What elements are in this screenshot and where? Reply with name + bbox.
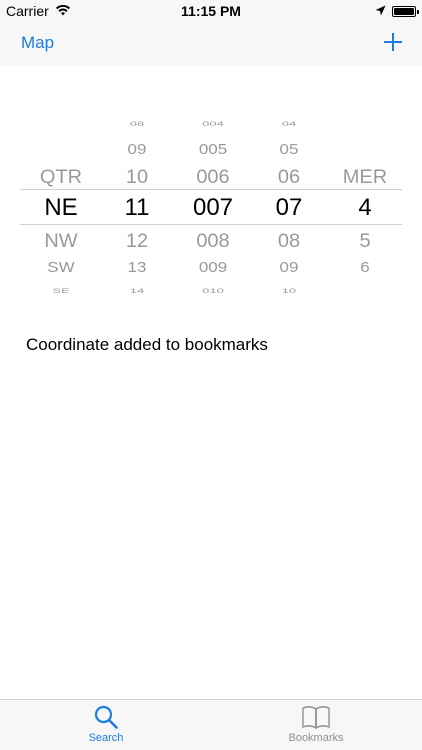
picker-easting-option[interactable]: 010 — [175, 287, 251, 294]
status-right — [375, 3, 419, 19]
picker-northing-option[interactable]: 08 — [251, 231, 327, 250]
picker-column-mer[interactable]: MER 4 5 6 — [327, 110, 403, 300]
tab-search-label: Search — [88, 732, 124, 744]
picker-hours-option[interactable]: 12 — [99, 231, 175, 250]
map-back-button[interactable]: Map — [21, 33, 54, 53]
picker-qtr-option[interactable]: SW — [23, 260, 99, 274]
picker-easting-option[interactable]: 006 — [175, 167, 251, 186]
picker-northing-option[interactable]: 06 — [251, 167, 327, 186]
picker-hours-option[interactable]: 10 — [99, 167, 175, 186]
status-time: 11:15 PM — [181, 3, 241, 19]
plus-icon[interactable] — [382, 31, 404, 53]
picker-qtr-selected: NE — [44, 194, 78, 221]
battery-fill — [394, 7, 414, 15]
picker-northing-selected: 07 — [275, 194, 303, 221]
picker-easting-option[interactable]: 008 — [175, 231, 251, 250]
picker-column-northing[interactable]: 04 05 06 07 08 09 10 — [251, 110, 327, 300]
picker-column-easting[interactable]: 004 005 006 007 008 009 010 — [175, 110, 251, 300]
tab-bookmarks-label: Bookmarks — [288, 732, 344, 744]
navigation-bar: Map — [0, 22, 422, 66]
search-icon — [46, 704, 166, 730]
picker-hours-option[interactable]: 13 — [99, 260, 175, 274]
picker-mer-selected: 4 — [358, 194, 372, 221]
status-bar: Carrier 11:15 PM — [0, 0, 422, 22]
picker-qtr-option[interactable]: QTR — [23, 167, 99, 186]
battery-tip — [417, 9, 419, 14]
picker-easting-option[interactable]: 009 — [175, 260, 251, 274]
tab-bar: Search Bookmarks — [0, 699, 422, 750]
picker-column-qtr[interactable]: QTR NE NW SW SE — [23, 110, 99, 300]
status-message: Coordinate added to bookmarks — [26, 335, 268, 354]
picker-northing-option[interactable]: 04 — [251, 120, 327, 127]
book-icon — [256, 704, 376, 730]
tab-bookmarks[interactable]: Bookmarks — [256, 704, 376, 744]
picker-easting-option[interactable]: 005 — [175, 142, 251, 156]
picker-mer-option[interactable]: 5 — [327, 231, 403, 250]
picker-column-hours[interactable]: 08 09 10 11 12 13 14 — [99, 110, 175, 300]
picker-easting-selected: 007 — [192, 194, 234, 221]
picker-mer-option[interactable]: 6 — [327, 260, 403, 274]
picker-hours-selected: 11 — [124, 194, 150, 221]
battery-icon — [392, 5, 419, 17]
picker-hours-option[interactable]: 14 — [99, 287, 175, 294]
picker-northing-option[interactable]: 10 — [251, 287, 327, 294]
picker-qtr-option[interactable]: NW — [23, 231, 99, 250]
coordinate-picker[interactable]: QTR NE NW SW SE 08 09 10 11 12 13 14 004 005 006 007 008… — [20, 110, 402, 300]
picker-northing-option[interactable]: 05 — [251, 142, 327, 156]
picker-qtr-option[interactable]: SE — [23, 287, 99, 294]
picker-mer-option[interactable]: MER — [327, 167, 403, 186]
picker-hours-option[interactable]: 09 — [99, 142, 175, 156]
picker-northing-option[interactable]: 09 — [251, 260, 327, 274]
picker-hours-option[interactable]: 08 — [99, 120, 175, 127]
location-arrow-icon — [375, 3, 386, 19]
tab-search[interactable]: Search — [46, 704, 166, 744]
picker-easting-option[interactable]: 004 — [175, 120, 251, 127]
